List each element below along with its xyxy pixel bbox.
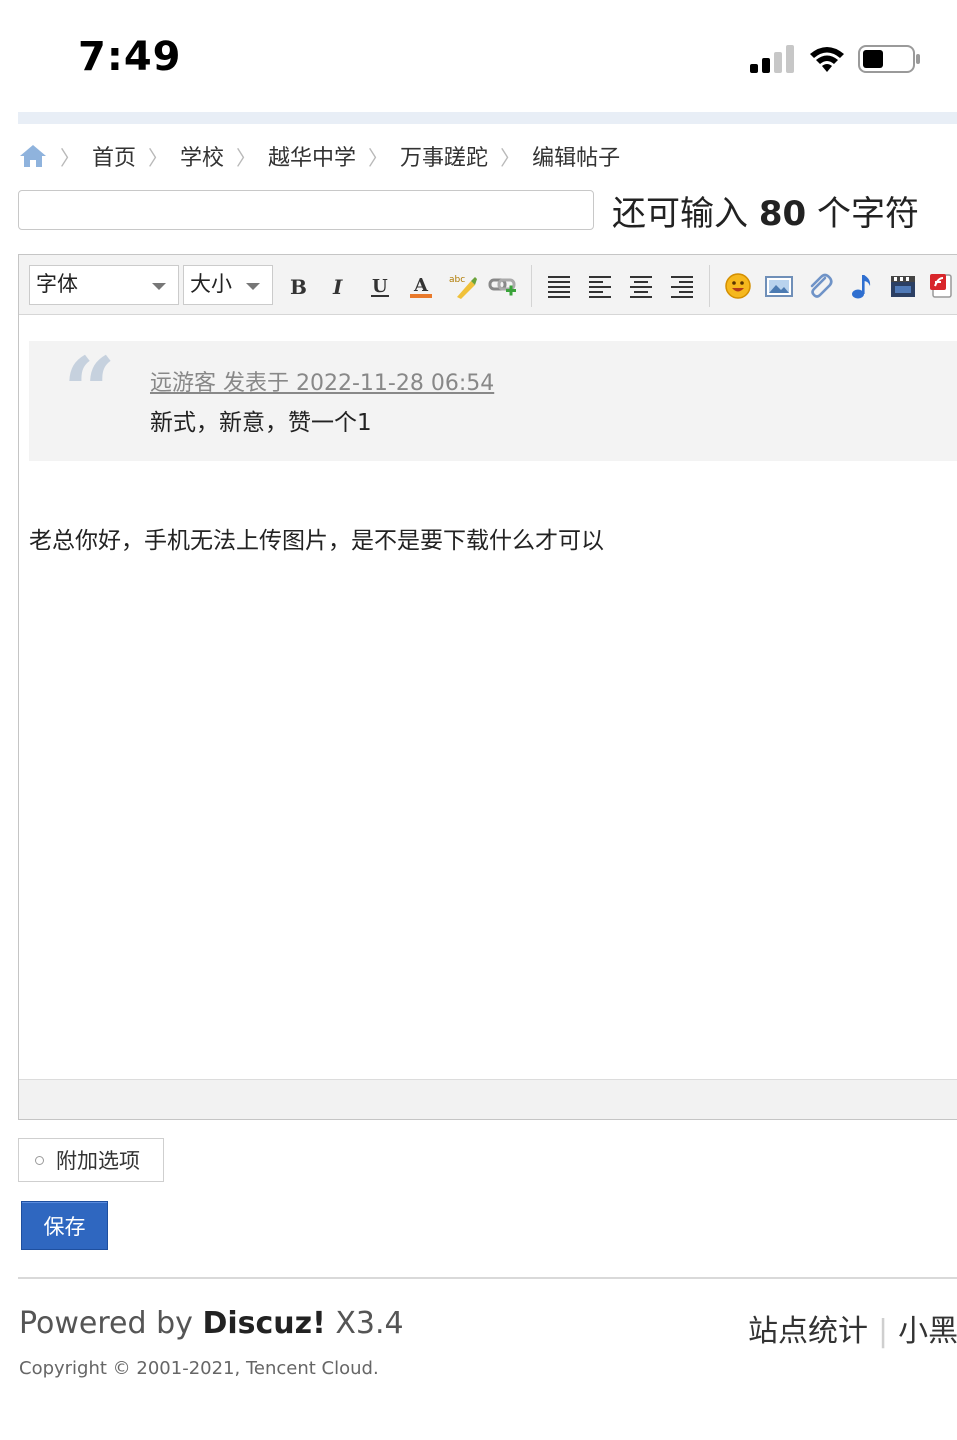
svg-text:B: B <box>290 275 307 299</box>
align-justify-button[interactable] <box>542 269 576 303</box>
text-color-button[interactable]: A <box>404 269 438 303</box>
bold-icon: B <box>290 275 307 299</box>
home-icon[interactable] <box>18 143 48 169</box>
svg-text:A: A <box>413 275 429 296</box>
editor-status-bar <box>19 1079 957 1119</box>
char-count-prefix: 还可输入 <box>612 194 748 234</box>
dark-room-link[interactable]: 小黑 <box>898 1314 957 1349</box>
battery-icon <box>858 45 920 73</box>
quote-block: “ 远游客 发表于 2022-11-28 06:54 新式，新意，赞一个1 <box>29 341 957 461</box>
underline-icon: U <box>371 276 389 297</box>
breadcrumb-forum[interactable]: 万事蹉跎 <box>400 140 488 172</box>
footer-divider <box>18 1277 957 1279</box>
align-right-icon <box>671 276 693 298</box>
char-count: 还可输入 80 个字符 <box>612 186 919 235</box>
quote-text: 新式，新意，赞一个1 <box>150 410 372 436</box>
extra-options-toggle[interactable]: 附加选项 <box>18 1138 164 1182</box>
toolbar-divider <box>709 265 710 307</box>
size-select[interactable]: 大小 <box>183 265 273 305</box>
bold-button[interactable]: B <box>281 269 315 303</box>
editor-body-text[interactable]: 老总你好，手机无法上传图片，是不是要下载什么才可以 <box>29 521 604 555</box>
extra-options-label: 附加选项 <box>56 1149 140 1173</box>
breadcrumb-separator: 〉 <box>236 145 257 170</box>
highlighter-icon: abc <box>449 275 477 299</box>
paperclip-icon <box>810 273 833 298</box>
attachment-button[interactable] <box>803 269 837 303</box>
wifi-icon <box>810 47 844 72</box>
breadcrumb-school[interactable]: 学校 <box>180 140 224 172</box>
toolbar-divider <box>531 265 532 307</box>
link-icon <box>488 278 516 296</box>
svg-text:U: U <box>372 276 388 297</box>
align-left-icon <box>589 276 611 298</box>
status-time: 7:49 <box>78 34 182 80</box>
save-button[interactable]: 保存 <box>21 1201 108 1250</box>
radio-dot-icon <box>35 1155 44 1165</box>
insert-audio-button[interactable] <box>845 269 879 303</box>
breadcrumb-yuehua[interactable]: 越华中学 <box>268 140 356 172</box>
insert-link-button[interactable] <box>486 269 520 303</box>
svg-text:abc: abc <box>449 275 465 285</box>
image-icon <box>765 276 793 297</box>
insert-video-button[interactable] <box>886 269 920 303</box>
background-color-button[interactable]: abc <box>445 269 479 303</box>
chevron-down-icon <box>246 283 260 290</box>
font-select[interactable]: 字体 <box>29 265 179 305</box>
post-editor: 字体 大小 B I U A abc “ 远游客 发表于 2022-11-28 0… <box>18 254 957 1120</box>
version-label: X3.4 <box>335 1306 404 1341</box>
header-strip <box>18 112 957 124</box>
breadcrumb-separator: 〉 <box>60 145 80 170</box>
footer-link-separator: | <box>878 1314 889 1349</box>
quote-mark-icon: “ <box>63 337 116 445</box>
text-color-icon: A <box>410 275 432 298</box>
powered-by-prefix: Powered by <box>19 1306 193 1341</box>
footer-links: 站点统计 | 小黑 <box>748 1306 957 1350</box>
breadcrumb-separator: 〉 <box>500 145 521 170</box>
powered-by: Powered by Discuz! X3.4 <box>19 1306 404 1341</box>
quote-author-link[interactable]: 远游客 发表于 2022-11-28 06:54 <box>150 365 494 397</box>
insert-flash-button[interactable] <box>925 269 957 303</box>
site-stats-link[interactable]: 站点统计 <box>748 1314 868 1349</box>
editor-toolbar: 字体 大小 B I U A abc <box>19 255 957 315</box>
music-note-icon <box>852 275 871 299</box>
italic-button[interactable]: I <box>322 269 356 303</box>
underline-button[interactable]: U <box>363 269 397 303</box>
emoji-button[interactable] <box>721 269 755 303</box>
char-count-suffix: 个字符 <box>816 194 919 234</box>
align-center-icon <box>630 276 652 298</box>
breadcrumb-current: 编辑帖子 <box>532 146 621 171</box>
char-count-number: 80 <box>758 194 807 234</box>
insert-image-button[interactable] <box>762 269 796 303</box>
copyright: Copyright © 2001-2021, Tencent Cloud. <box>19 1358 379 1379</box>
breadcrumb-home[interactable]: 首页 <box>92 140 136 172</box>
chevron-down-icon <box>152 283 166 290</box>
align-justify-icon <box>548 276 570 298</box>
italic-icon: I <box>332 275 343 299</box>
breadcrumb: 〉 首页 〉 学校 〉 越华中学 〉 万事蹉跎 〉 编辑帖子 <box>18 138 620 174</box>
subject-input[interactable] <box>18 190 594 230</box>
cellular-signal-icon <box>750 45 794 73</box>
discuz-link[interactable]: Discuz! <box>202 1306 325 1341</box>
breadcrumb-separator: 〉 <box>368 145 389 170</box>
align-center-button[interactable] <box>624 269 658 303</box>
size-select-label: 大小 <box>190 272 232 296</box>
svg-text:I: I <box>332 275 343 299</box>
align-left-button[interactable] <box>583 269 617 303</box>
breadcrumb-separator: 〉 <box>148 145 169 170</box>
smiley-icon <box>725 273 751 299</box>
clapperboard-icon <box>891 276 915 297</box>
flash-icon <box>930 274 952 298</box>
font-select-label: 字体 <box>36 272 78 296</box>
align-right-button[interactable] <box>665 269 699 303</box>
